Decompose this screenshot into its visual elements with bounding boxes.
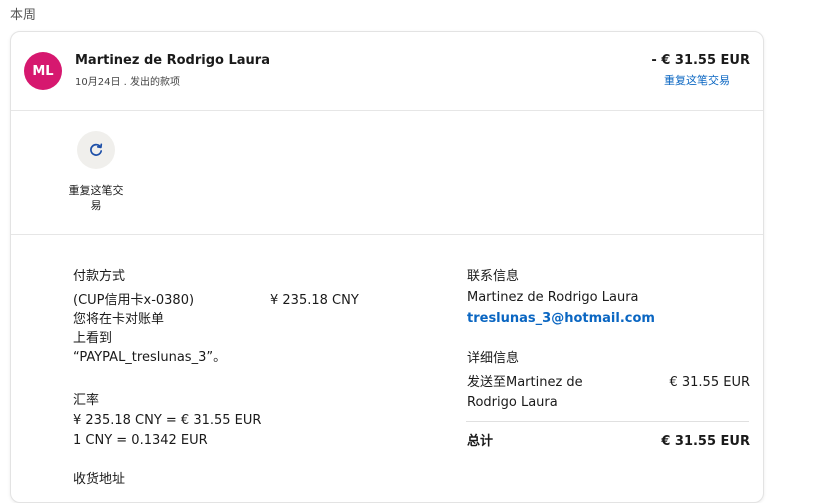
- payment-method-line1: (CUP信用卡x-0380): [73, 293, 195, 308]
- exchange-rate-line2: 1 CNY = 0.1342 EUR: [73, 433, 208, 448]
- sent-to-line2: Rodrigo Laura: [467, 395, 558, 410]
- details-section: 付款方式 (CUP信用卡x-0380) 您将在卡对账单 上看到 “PAYPAL_…: [11, 235, 763, 502]
- contact-email-link[interactable]: treslunas_3@hotmail.com: [467, 311, 655, 326]
- total-amount: € 31.55 EUR: [661, 434, 750, 449]
- total-label: 总计: [467, 434, 494, 449]
- recipient-name: Martinez de Rodrigo Laura: [75, 53, 270, 68]
- repeat-label-line1: 重复这笔交: [68, 184, 124, 197]
- exchange-rate-line1: ¥ 235.18 CNY = € 31.55 EUR: [73, 413, 262, 428]
- repeat-transaction-label[interactable]: 重复这笔交 易: [66, 183, 126, 213]
- repeat-transaction-link[interactable]: 重复这笔交易: [664, 72, 730, 88]
- payment-method-line2: 您将在卡对账单: [73, 312, 165, 327]
- refresh-icon: [90, 143, 103, 156]
- contact-name: Martinez de Rodrigo Laura: [467, 290, 639, 305]
- transaction-amount: - € 31.55 EUR: [651, 53, 750, 68]
- shipping-address-title: 收货地址: [73, 472, 126, 487]
- week-label: 本周: [10, 8, 37, 23]
- sent-amount: € 31.55 EUR: [669, 375, 750, 390]
- action-area: 重复这笔交 易: [11, 111, 763, 235]
- payment-method-amount: ¥ 235.18 CNY: [270, 293, 359, 308]
- exchange-rate-title: 汇率: [73, 393, 100, 408]
- detail-info-title: 详细信息: [467, 351, 520, 366]
- payment-method-line3: 上看到: [73, 331, 113, 346]
- repeat-label-line2: 易: [90, 199, 102, 212]
- transaction-header[interactable]: ML Martinez de Rodrigo Laura 10月24日 . 发出…: [11, 32, 763, 111]
- sent-to-line1: 发送至Martinez de: [467, 375, 583, 390]
- repeat-transaction-button[interactable]: [77, 131, 115, 169]
- contact-info-title: 联系信息: [467, 269, 520, 284]
- payment-method-title: 付款方式: [73, 269, 126, 284]
- transaction-card: ML Martinez de Rodrigo Laura 10月24日 . 发出…: [10, 31, 764, 503]
- payment-method-line4: “PAYPAL_treslunas_3”。: [73, 350, 227, 365]
- avatar: ML: [24, 52, 62, 90]
- total-divider: [466, 421, 749, 422]
- transaction-subtitle: 10月24日 . 发出的款项: [75, 77, 180, 88]
